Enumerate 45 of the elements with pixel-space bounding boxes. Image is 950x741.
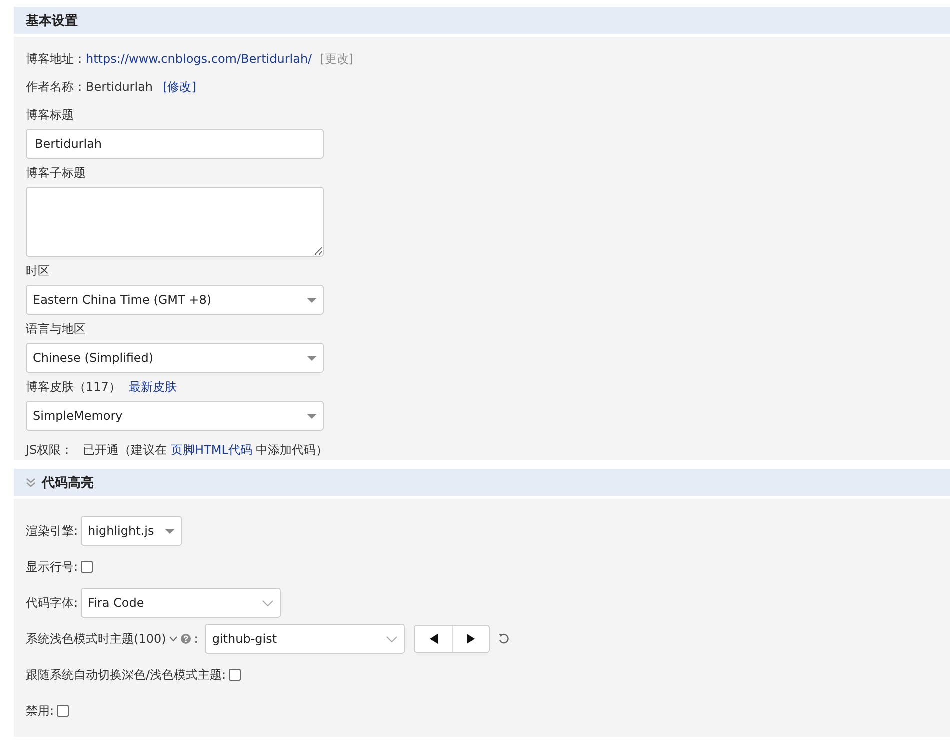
dropdown[interactable]: highlight.js <box>81 516 182 546</box>
section-header[interactable]: 代码高亮 <box>14 469 950 496</box>
caret-icon <box>307 356 317 360</box>
colon: : <box>194 632 198 646</box>
field-label: JS权限： <box>26 442 74 458</box>
triangle-left-icon <box>430 634 438 644</box>
blog-url-link[interactable]: https://www.cnblogs.com/Bertidurlah/ <box>86 52 312 66</box>
text-field[interactable]: Bertidurlah <box>26 129 324 159</box>
field-label: 博客标题 <box>26 107 74 124</box>
caret-icon <box>165 528 176 534</box>
field-label: 语言与地区 <box>26 321 86 338</box>
field-label: 代码字体: <box>26 594 78 612</box>
chevron-down-icon <box>386 636 398 642</box>
author-name: Bertidurlah <box>86 80 154 94</box>
field-label: 系统浅色模式时主题(100) <box>26 630 166 648</box>
field-label: 跟随系统自动切换深色/浅色模式主题: <box>26 666 226 684</box>
checkbox[interactable] <box>81 561 94 573</box>
chevron-down-icon <box>262 600 274 606</box>
caret-icon <box>307 298 317 302</box>
reset-icon[interactable] <box>498 633 510 645</box>
field-label: 时区 <box>26 263 50 280</box>
js-status-text: 已开通（建议在 页脚HTML代码 中添加代码） <box>83 442 328 458</box>
field-label: 禁用: <box>26 702 54 720</box>
checkbox[interactable] <box>57 705 70 717</box>
field-label: 渲染引擎: <box>26 522 78 540</box>
dropdown[interactable]: github-gist <box>205 624 406 654</box>
field-label: 博客皮肤（117） <box>26 379 121 396</box>
dropdown[interactable]: Fira Code <box>81 588 282 618</box>
triangle-right-icon <box>467 634 476 644</box>
chevron-down-icon[interactable] <box>169 636 178 642</box>
section-title: 基本设置 <box>26 12 78 30</box>
help-icon <box>181 634 192 644</box>
section-title: 代码高亮 <box>42 474 94 492</box>
caret-icon <box>307 414 317 418</box>
edit-link[interactable]: [修改] <box>163 78 196 96</box>
skin-link[interactable]: 最新皮肤 <box>128 379 177 396</box>
dropdown[interactable]: SimpleMemory <box>26 401 324 431</box>
field-label: 显示行号: <box>26 558 78 576</box>
field-label: 博客地址： <box>26 50 86 68</box>
field-label: 作者名称： <box>26 78 86 96</box>
field-label: 博客子标题 <box>26 165 86 182</box>
checkbox[interactable] <box>229 669 242 681</box>
dropdown[interactable]: Chinese (Simplified) <box>26 343 324 373</box>
footer-html-link[interactable]: 页脚HTML代码 <box>170 442 252 456</box>
dropdown[interactable]: Eastern China Time (GMT +8) <box>26 285 324 315</box>
